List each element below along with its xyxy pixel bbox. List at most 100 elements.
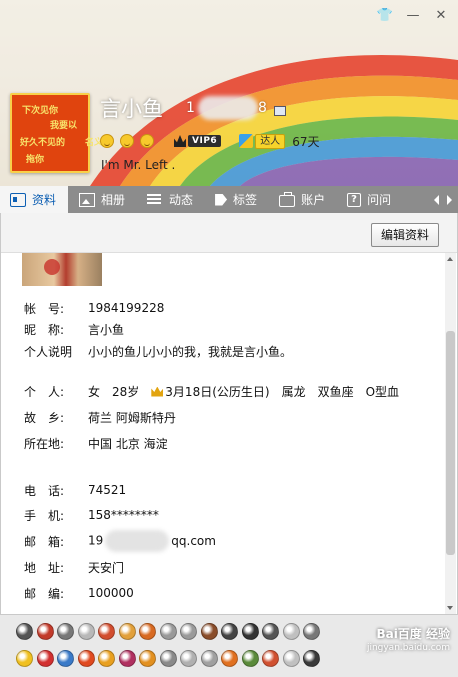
scroll-up-icon[interactable] (447, 257, 453, 261)
field-value: 荷兰 阿姆斯特丹 (88, 410, 176, 425)
avatar[interactable]: 下次见你 我要以 好久不见的 名义 拖你 (10, 93, 103, 173)
content-toolbar: 编辑资料 (1, 213, 457, 253)
tab-label: 标签 (233, 193, 258, 207)
gender: 女 (88, 384, 101, 399)
service-app-icon[interactable] (221, 623, 238, 640)
service-app-icon[interactable] (36, 650, 54, 667)
service-app-icon[interactable] (77, 623, 95, 640)
service-app-icon[interactable] (282, 623, 300, 640)
field-value: 100000 (88, 586, 134, 600)
qq-number-end: 8 (258, 100, 267, 116)
service-app-icon[interactable] (159, 623, 177, 640)
field-phone: 电 话: 74521 (24, 482, 126, 498)
watermark-line1: Bai百度 经验 (376, 627, 450, 641)
signature[interactable]: I'm Mr. Left . (101, 158, 175, 172)
watermark: Bai百度 经验 jingyan.baidu.com (367, 627, 450, 655)
service-app-icon[interactable] (303, 650, 320, 667)
skin-icon[interactable]: 👕 (376, 6, 394, 24)
vertical-scrollbar[interactable] (445, 253, 456, 614)
field-value: 言小鱼 (88, 322, 125, 337)
service-app-icon[interactable] (241, 623, 259, 640)
service-app-icon[interactable] (57, 623, 74, 640)
field-value: 1984199228 (88, 301, 165, 315)
tab-wenwen[interactable]: ? 问问 (336, 186, 402, 213)
field-label: 邮 编: (24, 586, 65, 601)
service-app-icon[interactable] (262, 623, 279, 640)
card-icon (10, 192, 26, 207)
arrow-left-icon[interactable] (434, 194, 439, 205)
tab-label: 动态 (169, 193, 194, 207)
field-location: 所在地: 中国 北京 海淀 (24, 435, 168, 451)
field-value: 小小的鱼儿小小的我，我就是言小鱼。 (88, 344, 293, 359)
service-app-icon[interactable] (118, 650, 136, 667)
service-app-icon[interactable] (36, 623, 54, 640)
close-button[interactable]: ✕ (432, 6, 450, 24)
scroll-down-icon[interactable] (447, 606, 453, 610)
service-app-icon[interactable] (139, 650, 156, 667)
briefcase-icon (279, 191, 296, 207)
chinese-zodiac: 属龙 (281, 384, 306, 399)
service-app-icon[interactable] (200, 650, 218, 667)
field-value: 天安门 (88, 560, 125, 575)
field-label: 故 乡: (24, 410, 65, 425)
field-mobile: 手 机: 158******** (24, 507, 159, 523)
service-app-icon[interactable] (241, 650, 259, 667)
email-redaction (105, 530, 170, 552)
service-app-icon[interactable] (57, 650, 74, 667)
nickname-title: 言小鱼 (100, 97, 163, 121)
service-app-icon[interactable] (180, 623, 197, 640)
birthday: 3月18日(公历生日) (165, 384, 270, 399)
smile-icon[interactable] (140, 134, 154, 148)
service-app-icon[interactable] (200, 623, 218, 640)
qq-number-redaction (198, 96, 258, 120)
blood-type: O型血 (365, 384, 400, 399)
tab-profile[interactable]: 资料 (0, 186, 69, 213)
field-label: 个 人: (24, 384, 65, 399)
photo-wall-thumbnail[interactable] (22, 253, 102, 286)
service-app-icon[interactable] (303, 623, 320, 640)
arrow-right-icon[interactable] (447, 194, 452, 205)
service-app-icon[interactable] (139, 623, 156, 640)
field-label: 帐 号: (24, 301, 65, 316)
field-bio: 个人说明 小小的鱼儿小小的我，我就是言小鱼。 (24, 343, 292, 359)
scroll-thumb[interactable] (446, 331, 455, 555)
service-app-icon[interactable] (98, 623, 115, 640)
tab-bar: 资料 相册 动态 标签 账户 ? 问问 (0, 186, 458, 213)
tab-tags[interactable]: 标签 (204, 186, 268, 213)
service-app-icon[interactable] (262, 650, 279, 667)
service-app-icon[interactable] (282, 650, 300, 667)
qq-number-start: 1 (186, 100, 195, 116)
service-app-icon[interactable] (16, 623, 33, 640)
smile-icon[interactable] (120, 134, 134, 148)
field-value: 74521 (88, 483, 127, 497)
field-value: 158******** (88, 508, 159, 522)
service-app-icon[interactable] (221, 650, 238, 667)
service-app-icon[interactable] (16, 650, 33, 667)
service-app-icon[interactable] (159, 650, 177, 667)
tab-label: 问问 (367, 193, 392, 207)
minimize-button[interactable]: — (404, 6, 422, 24)
tab-label: 账户 (301, 193, 326, 207)
field-value: 中国 北京 海淀 (88, 436, 168, 451)
tab-account[interactable]: 账户 (268, 186, 336, 213)
window-controls: 👕 — ✕ (376, 6, 450, 24)
profile-content: 编辑资料 帐 号: 1984199228 昵 称: 言小鱼 个人说明 小小的鱼儿… (0, 213, 458, 614)
service-app-icon[interactable] (180, 650, 197, 667)
field-label: 昵 称: (24, 322, 65, 337)
tab-scroll-arrows (434, 186, 458, 213)
field-value: 女 28岁 3月18日(公历生日) 属龙 双鱼座 O型血 (88, 383, 411, 400)
field-label: 手 机: (24, 508, 65, 523)
tab-feed[interactable]: 动态 (136, 186, 204, 213)
service-app-icon[interactable] (77, 650, 95, 667)
daren-badge[interactable]: 达人 (239, 133, 286, 149)
business-card-icon[interactable] (274, 106, 286, 116)
service-app-icon[interactable] (98, 650, 115, 667)
tab-album[interactable]: 相册 (68, 186, 136, 213)
field-label: 所在地: (24, 436, 65, 451)
list-icon (147, 193, 163, 207)
vip-badge[interactable]: VIP6 (174, 135, 222, 147)
smile-icon[interactable] (100, 134, 114, 148)
service-app-icon[interactable] (118, 623, 136, 640)
edit-profile-button[interactable]: 编辑资料 (370, 223, 439, 247)
service-icon-bar: Bai百度 经验 jingyan.baidu.com (0, 614, 458, 677)
